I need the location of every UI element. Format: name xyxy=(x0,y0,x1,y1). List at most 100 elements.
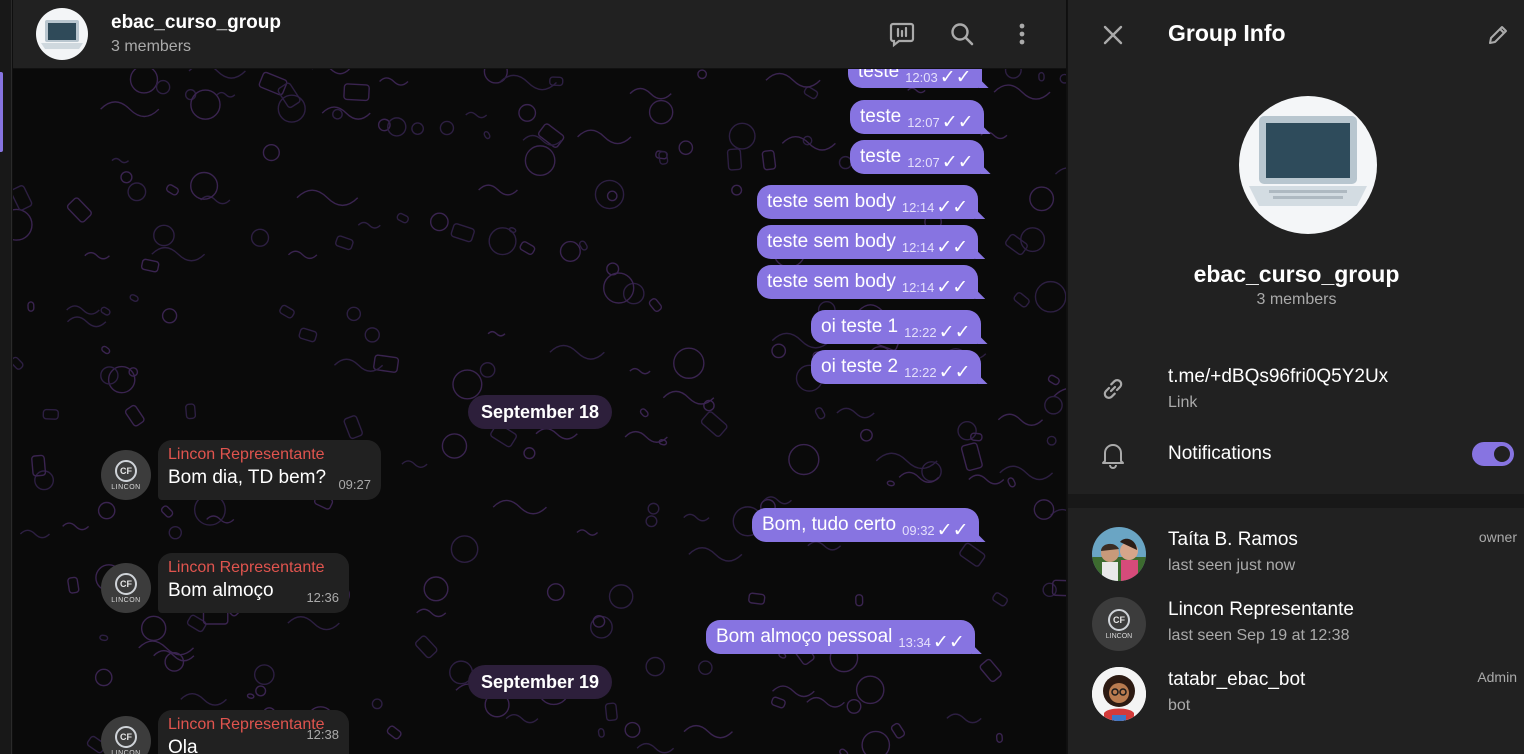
double-check-icon: ✓✓ xyxy=(932,631,965,653)
message-text: teste xyxy=(860,146,902,167)
message-text: Bom, tudo certo xyxy=(762,514,897,535)
sender-avatar[interactable]: CF LINCON xyxy=(101,450,151,500)
message-time: 12:38 xyxy=(306,727,339,742)
group-name: ebac_curso_group xyxy=(1193,261,1400,287)
message-time: 09:27 xyxy=(338,477,371,492)
incoming-message[interactable]: Lincon Representante Ola 12:38 xyxy=(158,710,349,754)
link-label: Link xyxy=(1168,394,1198,411)
message-text: teste sem body xyxy=(767,271,896,292)
members-count: 3 members xyxy=(1256,291,1337,308)
outgoing-message[interactable]: teste 12:07 ✓✓ xyxy=(850,100,991,134)
chat-list-edge xyxy=(0,0,12,754)
message-time: 09:32 xyxy=(902,522,935,538)
outgoing-message[interactable]: oi teste 2 12:22 ✓✓ xyxy=(811,350,988,384)
member-role: Admin xyxy=(1477,669,1517,685)
cf-logo-icon: CF xyxy=(115,725,137,748)
outgoing-message[interactable]: Bom, tudo certo 09:32 ✓✓ xyxy=(752,508,986,542)
double-check-icon: ✓✓ xyxy=(936,276,969,298)
bell-icon xyxy=(1098,440,1128,470)
search-icon xyxy=(951,23,974,46)
outgoing-message[interactable]: oi teste 1 12:22 ✓✓ xyxy=(811,310,988,344)
poll-button[interactable] xyxy=(882,14,922,54)
sender-name[interactable]: Lincon Representante xyxy=(168,446,371,464)
laptop-icon xyxy=(1249,116,1367,206)
date-separator: September 19 xyxy=(468,665,613,699)
cf-logo-icon: CF xyxy=(115,459,137,482)
poll-icon xyxy=(889,22,915,48)
message-text: Bom almoço pessoal xyxy=(716,626,893,647)
cf-logo-icon: CF xyxy=(115,572,137,595)
member-status: last seen Sep 19 at 12:38 xyxy=(1168,627,1350,644)
member-item[interactable]: Taíta B. Ramos last seen just now owner xyxy=(1068,527,1524,597)
member-item[interactable]: CF LINCON Lincon Representante last seen… xyxy=(1068,597,1524,667)
message-time: 12:22 xyxy=(904,324,937,340)
outgoing-message[interactable]: teste sem body 12:14 ✓✓ xyxy=(757,225,986,259)
message-text: oi teste 1 xyxy=(821,316,899,337)
double-check-icon: ✓✓ xyxy=(941,151,974,173)
outgoing-message[interactable]: teste sem body 12:14 ✓✓ xyxy=(757,265,986,299)
edit-button[interactable] xyxy=(1479,16,1517,54)
close-button[interactable] xyxy=(1094,16,1132,54)
double-check-icon: ✓✓ xyxy=(938,321,971,343)
photo-avatar-icon xyxy=(1092,527,1146,581)
avatar-label: LINCON xyxy=(111,596,141,604)
pencil-icon xyxy=(1489,26,1507,44)
group-info-panel: Group Info ebac_curso_group 3 members t.… xyxy=(1067,0,1524,754)
sender-avatar[interactable]: CF LINCON xyxy=(101,563,151,613)
double-check-icon: ✓✓ xyxy=(936,196,969,218)
message-time: 12:07 xyxy=(907,154,940,170)
avatar-label: LINCON xyxy=(111,483,141,491)
member-status: last seen just now xyxy=(1168,557,1296,574)
message-time: 12:22 xyxy=(904,364,937,380)
more-button[interactable] xyxy=(1002,14,1042,54)
incoming-message[interactable]: Lincon Representante Bom almoço 12:36 xyxy=(158,553,349,613)
group-avatar[interactable] xyxy=(36,8,88,60)
toggle-knob xyxy=(1491,443,1513,465)
outgoing-message[interactable]: teste sem body 12:14 ✓✓ xyxy=(757,185,986,219)
member-avatar[interactable]: CF LINCON xyxy=(1092,597,1146,651)
section-divider xyxy=(1068,494,1524,508)
member-role: owner xyxy=(1478,529,1517,545)
message-time: 12:14 xyxy=(901,199,935,215)
member-status: bot xyxy=(1168,697,1191,714)
message-text: oi teste 2 xyxy=(821,356,899,377)
message-time: 12:14 xyxy=(901,239,935,255)
incoming-message[interactable]: Lincon Representante Bom dia, TD bem? 09… xyxy=(158,440,381,500)
more-vertical-icon xyxy=(1019,23,1025,45)
chat-view: ebac_curso_group 3 members teste 12:03 ✓✓ … xyxy=(13,0,1066,754)
message-text: teste sem body xyxy=(767,191,896,212)
group-avatar-large[interactable] xyxy=(1239,96,1377,234)
double-check-icon: ✓✓ xyxy=(941,111,974,133)
double-check-icon: ✓✓ xyxy=(936,519,969,541)
date-separator: September 18 xyxy=(468,395,613,429)
member-name: Lincon Representante xyxy=(1168,599,1354,620)
link-icon xyxy=(1098,374,1128,404)
avatar-label: LINCON xyxy=(1105,632,1133,640)
notifications-label[interactable]: Notifications xyxy=(1168,443,1272,465)
chat-title[interactable]: ebac_curso_group xyxy=(111,12,281,34)
member-name: Taíta B. Ramos xyxy=(1168,529,1298,550)
sender-name[interactable]: Lincon Representante xyxy=(168,559,339,577)
active-chat-indicator xyxy=(0,72,3,152)
message-text: teste xyxy=(860,106,902,127)
outgoing-message[interactable]: Bom almoço pessoal 13:34 ✓✓ xyxy=(706,620,982,654)
notifications-toggle[interactable] xyxy=(1472,442,1514,466)
member-item[interactable]: tatabr_ebac_bot bot Admin xyxy=(1068,667,1524,737)
invite-link[interactable]: t.me/+dBQs96fri0Q5Y2Ux xyxy=(1168,366,1388,388)
double-check-icon: ✓✓ xyxy=(936,236,969,258)
member-avatar[interactable] xyxy=(1092,527,1146,581)
chat-header[interactable]: ebac_curso_group 3 members xyxy=(13,0,1066,69)
search-button[interactable] xyxy=(942,14,982,54)
message-text: teste sem body xyxy=(767,231,896,252)
outgoing-message[interactable]: teste 12:07 ✓✓ xyxy=(850,140,991,174)
member-avatar[interactable] xyxy=(1092,667,1146,721)
info-title: Group Info xyxy=(1168,20,1286,46)
bot-avatar-icon xyxy=(1092,667,1146,721)
message-time: 12:14 xyxy=(901,279,935,295)
laptop-icon xyxy=(41,20,83,49)
cf-logo-icon: CF xyxy=(1108,608,1130,631)
message-time: 13:34 xyxy=(898,634,931,650)
message-time: 12:36 xyxy=(306,590,339,605)
close-icon xyxy=(1103,25,1123,45)
member-name: tatabr_ebac_bot xyxy=(1168,669,1306,690)
